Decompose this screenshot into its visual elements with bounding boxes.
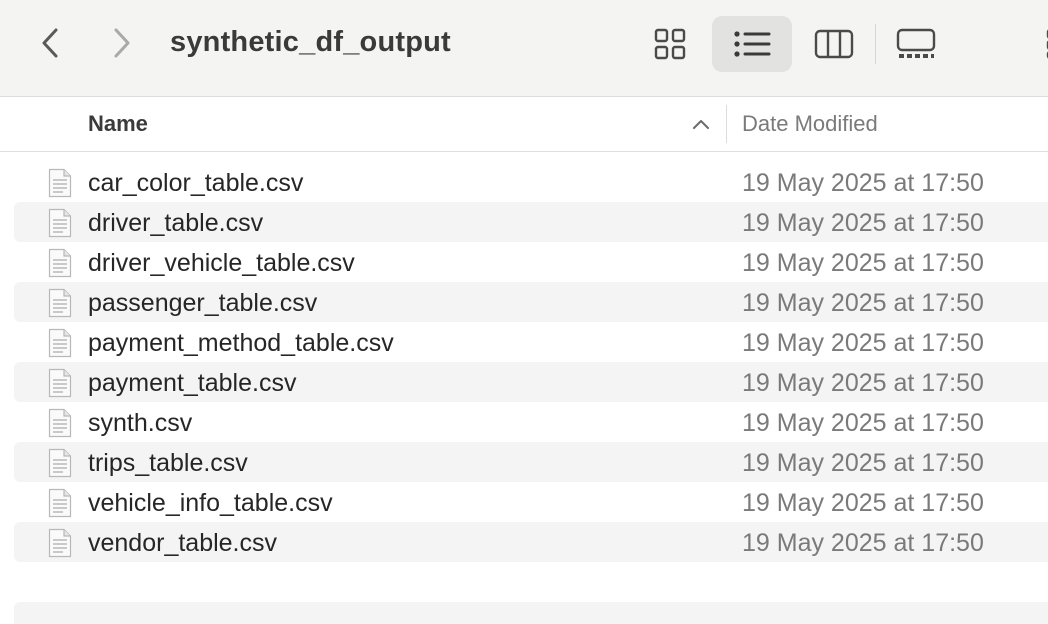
- file-date-modified: 19 May 2025 at 17:50: [742, 369, 984, 397]
- column-header: Name Date Modified: [0, 97, 1048, 152]
- file-list: car_color_table.csv 19 May 2025 at 17:50…: [14, 162, 1048, 562]
- column-divider[interactable]: [726, 105, 727, 143]
- sort-ascending-icon[interactable]: [690, 113, 712, 135]
- date-modified-column-header[interactable]: Date Modified: [742, 111, 878, 137]
- file-row[interactable]: payment_table.csv 19 May 2025 at 17:50: [14, 362, 1048, 402]
- view-list-button[interactable]: [712, 16, 792, 72]
- csv-file-icon: [48, 408, 72, 438]
- file-row[interactable]: payment_method_table.csv 19 May 2025 at …: [14, 322, 1048, 362]
- grid-icon: [654, 28, 686, 60]
- file-date-modified: 19 May 2025 at 17:50: [742, 249, 984, 277]
- file-date-modified: 19 May 2025 at 17:50: [742, 409, 984, 437]
- file-row[interactable]: driver_vehicle_table.csv 19 May 2025 at …: [14, 242, 1048, 282]
- file-row[interactable]: trips_table.csv 19 May 2025 at 17:50: [14, 442, 1048, 482]
- file-date-modified: 19 May 2025 at 17:50: [742, 329, 984, 357]
- empty-row: [14, 602, 1048, 624]
- file-row[interactable]: synth.csv 19 May 2025 at 17:50: [14, 402, 1048, 442]
- chevron-right-icon: [114, 28, 130, 58]
- csv-file-icon: [48, 528, 72, 558]
- file-name: passenger_table.csv: [88, 289, 318, 317]
- forward-button[interactable]: [102, 22, 142, 64]
- group-icon: [1046, 29, 1048, 59]
- toolbar: synthetic_df_output: [0, 0, 1048, 97]
- file-name: payment_method_table.csv: [88, 329, 394, 357]
- file-date-modified: 19 May 2025 at 17:50: [742, 449, 984, 477]
- file-date-modified: 19 May 2025 at 17:50: [742, 529, 984, 557]
- csv-file-icon: [48, 288, 72, 318]
- file-date-modified: 19 May 2025 at 17:50: [742, 209, 984, 237]
- file-row[interactable]: driver_table.csv 19 May 2025 at 17:50: [14, 202, 1048, 242]
- columns-icon: [814, 29, 854, 59]
- file-name: payment_table.csv: [88, 369, 297, 397]
- chevron-left-icon: [42, 28, 58, 58]
- csv-file-icon: [48, 368, 72, 398]
- name-column-header[interactable]: Name: [88, 111, 148, 137]
- csv-file-icon: [48, 328, 72, 358]
- view-gallery-button[interactable]: [886, 16, 946, 72]
- csv-file-icon: [48, 248, 72, 278]
- file-row[interactable]: vehicle_info_table.csv 19 May 2025 at 17…: [14, 482, 1048, 522]
- file-name: trips_table.csv: [88, 449, 248, 477]
- file-row[interactable]: car_color_table.csv 19 May 2025 at 17:50: [14, 162, 1048, 202]
- view-icons-button[interactable]: [640, 16, 700, 72]
- file-date-modified: 19 May 2025 at 17:50: [742, 169, 984, 197]
- file-name: synth.csv: [88, 409, 193, 437]
- view-columns-button[interactable]: [804, 16, 864, 72]
- list-icon: [734, 31, 771, 57]
- csv-file-icon: [48, 208, 72, 238]
- csv-file-icon: [48, 488, 72, 518]
- toolbar-separator: [875, 24, 876, 64]
- file-row[interactable]: vendor_table.csv 19 May 2025 at 17:50: [14, 522, 1048, 562]
- back-button[interactable]: [30, 22, 70, 64]
- csv-file-icon: [48, 448, 72, 478]
- file-date-modified: 19 May 2025 at 17:50: [742, 489, 984, 517]
- group-button[interactable]: [1024, 16, 1048, 72]
- window-title: synthetic_df_output: [170, 26, 451, 58]
- gallery-icon: [896, 28, 936, 58]
- file-name: vehicle_info_table.csv: [88, 489, 333, 517]
- csv-file-icon: [48, 168, 72, 198]
- file-row[interactable]: passenger_table.csv 19 May 2025 at 17:50: [14, 282, 1048, 322]
- file-name: driver_vehicle_table.csv: [88, 249, 355, 277]
- file-name: car_color_table.csv: [88, 169, 304, 197]
- file-date-modified: 19 May 2025 at 17:50: [742, 289, 984, 317]
- file-name: driver_table.csv: [88, 209, 264, 237]
- finder-window: synthetic_df_output Name Date Modified c…: [0, 0, 1048, 624]
- file-name: vendor_table.csv: [88, 529, 278, 557]
